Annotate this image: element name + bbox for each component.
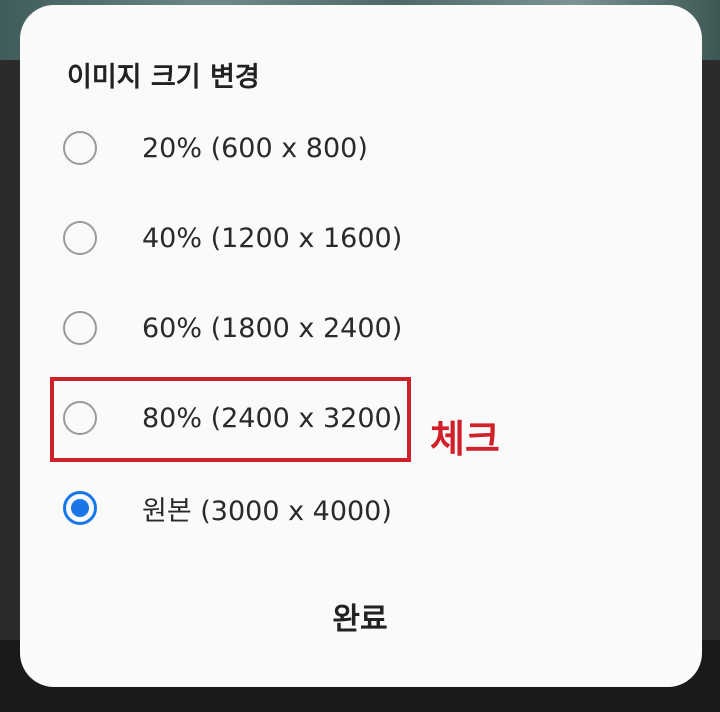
option-original[interactable]: 원본 (3000 x 4000) — [56, 483, 456, 533]
radio-button[interactable] — [63, 311, 97, 345]
option-20-percent[interactable]: 20% (600 x 800) — [56, 123, 456, 173]
option-60-percent[interactable]: 60% (1800 x 2400) — [56, 303, 456, 353]
radio-button[interactable] — [63, 221, 97, 255]
image-size-dialog: 이미지 크기 변경 20% (600 x 800) 40% (1200 x 16… — [20, 5, 702, 687]
done-button[interactable]: 완료 — [280, 590, 440, 642]
option-40-percent[interactable]: 40% (1200 x 1600) — [56, 213, 456, 263]
option-label: 20% (600 x 800) — [142, 132, 368, 164]
annotation-label: 체크 — [430, 417, 500, 461]
dialog-title: 이미지 크기 변경 — [67, 62, 260, 93]
radio-button-selected[interactable] — [63, 491, 97, 525]
annotation-highlight-box — [50, 377, 411, 462]
option-label: 40% (1200 x 1600) — [142, 222, 403, 254]
option-label: 원본 (3000 x 4000) — [142, 495, 392, 527]
option-label: 60% (1800 x 2400) — [142, 312, 403, 344]
radio-button[interactable] — [63, 131, 97, 165]
